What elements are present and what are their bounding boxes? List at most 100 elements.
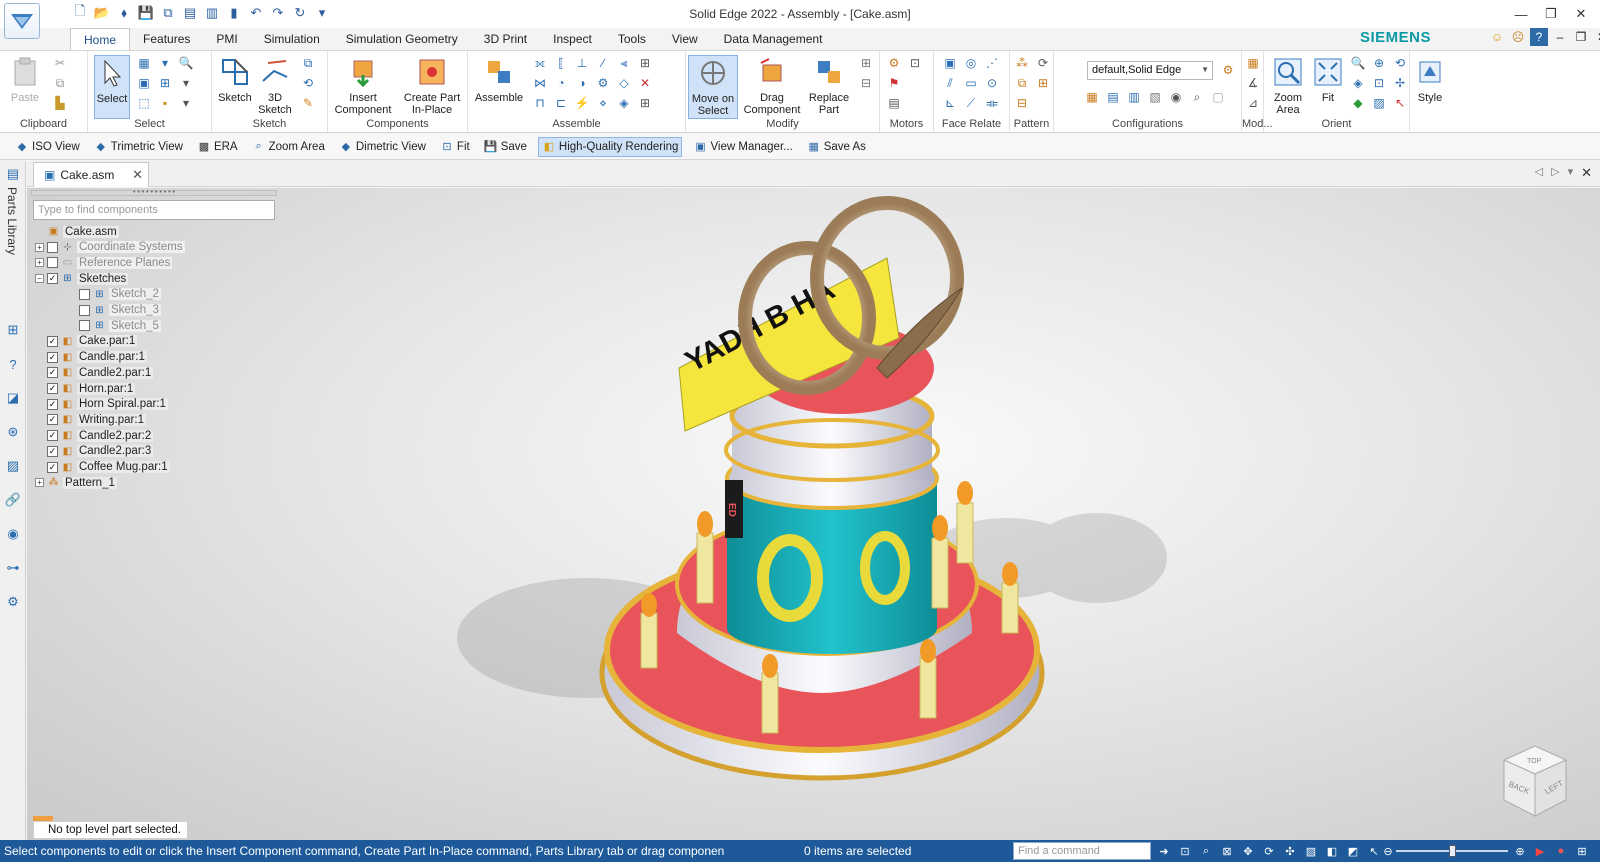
face-coplanar-icon[interactable]: ▣ <box>942 55 958 71</box>
tree-node[interactable]: + ▭ Reference Planes <box>35 255 173 270</box>
pattern-along-icon[interactable]: ⊞ <box>1035 75 1051 91</box>
simulate-motor-icon[interactable]: ⊡ <box>907 55 923 71</box>
relationship-icon[interactable]: ⊞ <box>637 95 653 111</box>
visibility-checkbox[interactable] <box>47 257 58 269</box>
pan-status-icon[interactable]: ✥ <box>1240 843 1256 859</box>
orient-cursor-icon[interactable]: ↖ <box>1392 95 1408 111</box>
model-inspect-icon[interactable]: ⊿ <box>1245 95 1261 111</box>
rigid-set-icon[interactable]: ✕ <box>637 75 653 91</box>
view-orient-icon[interactable]: ◈ <box>1350 75 1366 91</box>
print-icon[interactable]: ▥ <box>202 3 222 23</box>
fit-button[interactable]: Fit <box>1310 55 1346 104</box>
face-parallel-icon[interactable]: ⋰ <box>984 55 1000 71</box>
zoom-slider-thumb[interactable] <box>1449 845 1456 857</box>
undo-icon[interactable]: ↶ <box>246 3 266 23</box>
tree-node[interactable]: ✓ ◧ Horn.par:1 <box>35 381 136 396</box>
frown-feedback-icon[interactable]: ☹ <box>1509 28 1527 46</box>
sketch-view-icon[interactable]: ▨ <box>1371 95 1387 111</box>
planar-align-icon[interactable]: ⟦ <box>553 55 569 71</box>
path-icon[interactable]: ◇ <box>616 75 632 91</box>
video-play-icon[interactable]: ▶ <box>1532 843 1548 859</box>
zoom-in-icon[interactable]: ⊕ <box>1512 843 1528 859</box>
minimize-ribbon-icon[interactable]: – <box>1551 28 1569 46</box>
spacer-icon-2[interactable] <box>658 75 674 91</box>
save-icon[interactable]: 💾 <box>136 3 156 23</box>
close-doc-window-icon[interactable]: ✕ <box>1581 165 1592 181</box>
visibility-checkbox[interactable]: ✓ <box>47 445 58 457</box>
zoom-icon[interactable]: 🔍 <box>1350 55 1366 71</box>
match-icon[interactable]: ⊓ <box>532 95 548 111</box>
options-icon[interactable]: ⊞ <box>1574 843 1590 859</box>
tree-node[interactable]: ✓ ◧ Candle2.par:1 <box>35 365 154 380</box>
expand-icon[interactable]: + <box>35 478 44 488</box>
sketch-project-icon[interactable]: ⟲ <box>300 75 316 91</box>
tab-simulation-geometry[interactable]: Simulation Geometry <box>333 28 471 50</box>
link-icon[interactable]: 🔗 <box>4 491 22 509</box>
zoom-area-view-button[interactable]: ⌕ Zoom Area <box>249 138 328 156</box>
restore-doc-icon[interactable]: ❐ <box>1572 28 1590 46</box>
connect-icon[interactable]: ∕ <box>595 55 611 71</box>
save-view-button[interactable]: 💾 Save <box>481 138 530 156</box>
tab-inspect[interactable]: Inspect <box>540 28 605 50</box>
zoom-out-icon[interactable]: ⊖ <box>1380 843 1396 859</box>
expand-icon[interactable]: + <box>35 242 44 252</box>
cam-icon[interactable]: ◑ <box>574 75 590 91</box>
tree-node[interactable]: ✓ ◧ Candle2.par:3 <box>35 444 154 459</box>
sketch-3d-button[interactable]: 3D Sketch <box>258 55 292 116</box>
smile-feedback-icon[interactable]: ☺ <box>1488 28 1506 46</box>
visibility-checkbox[interactable]: ✓ <box>47 398 58 410</box>
axial-align-icon[interactable]: ⊥ <box>574 55 590 71</box>
minimize-icon[interactable]: — <box>1508 2 1534 26</box>
move-on-select-button[interactable]: Move on Select <box>688 55 738 119</box>
face-offset-icon[interactable]: ▭ <box>963 75 979 91</box>
pathfinder-icon[interactable]: ⊞ <box>4 321 22 339</box>
tree-node[interactable]: ✓ ◧ Horn Spiral.par:1 <box>35 397 168 412</box>
tab-view[interactable]: View <box>659 28 711 50</box>
visibility-checkbox[interactable]: ✓ <box>47 383 58 394</box>
quick-pick-icon[interactable]: ⊞ <box>157 75 173 91</box>
config-save-icon[interactable]: ▧ <box>1147 89 1163 105</box>
shaded-status-icon[interactable]: ◩ <box>1345 843 1361 859</box>
iso-view-button[interactable]: ◆ ISO View <box>12 138 83 156</box>
settings-icon[interactable]: ⚙ <box>4 593 22 611</box>
pathfinder-splitter[interactable]: • • • • • • • • • • <box>31 189 277 196</box>
look-at-icon[interactable]: ⊡ <box>1371 75 1387 91</box>
visibility-checkbox[interactable]: ✓ <box>47 273 58 285</box>
go-arrow-icon[interactable]: ➜ <box>1156 843 1172 859</box>
config-blank-icon[interactable]: ▢ <box>1210 89 1226 105</box>
properties-icon[interactable]: ▤ <box>180 3 200 23</box>
collapse-icon[interactable]: − <box>35 274 44 284</box>
tab-data-management[interactable]: Data Management <box>711 28 836 50</box>
visibility-checkbox[interactable]: ✓ <box>47 367 58 379</box>
motor-table-icon[interactable]: ▤ <box>886 95 902 111</box>
mirror-icon[interactable]: ⟳ <box>1035 55 1051 71</box>
transfer-icon[interactable]: ⊞ <box>858 55 874 71</box>
model-grid-icon[interactable]: ▦ <box>1245 55 1261 71</box>
view-manager-button[interactable]: ▣ View Manager... <box>690 138 795 156</box>
dropdown-icon-2[interactable]: ▾ <box>178 95 194 111</box>
high-quality-rendering-button[interactable]: ◧ High-Quality Rendering <box>537 136 683 157</box>
motor-flag-icon[interactable]: ⚑ <box>886 75 902 91</box>
select-tools-icon[interactable]: ▦ <box>136 55 152 71</box>
duplicate-icon[interactable]: ⧉ <box>1014 75 1030 91</box>
tree-node[interactable]: ✓ ◧ Writing.par:1 <box>35 412 146 427</box>
camera-icon[interactable]: ◉ <box>4 525 22 543</box>
insert-component-button[interactable]: Insert Component <box>330 55 396 116</box>
redo-icon[interactable]: ↷ <box>268 3 288 23</box>
tree-node[interactable]: ✓ ◧ Candle2.par:2 <box>35 428 154 443</box>
expand-icon[interactable]: + <box>35 258 44 268</box>
open-folder-icon[interactable]: ⬧ <box>114 3 134 23</box>
orient-green-icon[interactable]: ◆ <box>1350 95 1366 111</box>
tab-tools[interactable]: Tools <box>605 28 659 50</box>
create-part-in-place-button[interactable]: Create Part In-Place <box>400 55 464 116</box>
fit-status-icon[interactable]: ⊡ <box>1177 843 1193 859</box>
tree-node[interactable]: + ⁂ Pattern_1 <box>35 475 117 490</box>
config-table-icon[interactable]: ▤ <box>1105 89 1121 105</box>
zoom-area-status-icon[interactable]: ⊠ <box>1219 843 1235 859</box>
spin-status-icon[interactable]: ✣ <box>1282 843 1298 859</box>
filter-icon[interactable]: ▾ <box>157 55 173 71</box>
visibility-checkbox[interactable] <box>47 241 58 253</box>
parallel-icon[interactable]: ⋈ <box>532 75 548 91</box>
close-tab-icon[interactable]: ✕ <box>132 167 143 183</box>
fit-view-button[interactable]: ⊡ Fit <box>437 138 473 156</box>
